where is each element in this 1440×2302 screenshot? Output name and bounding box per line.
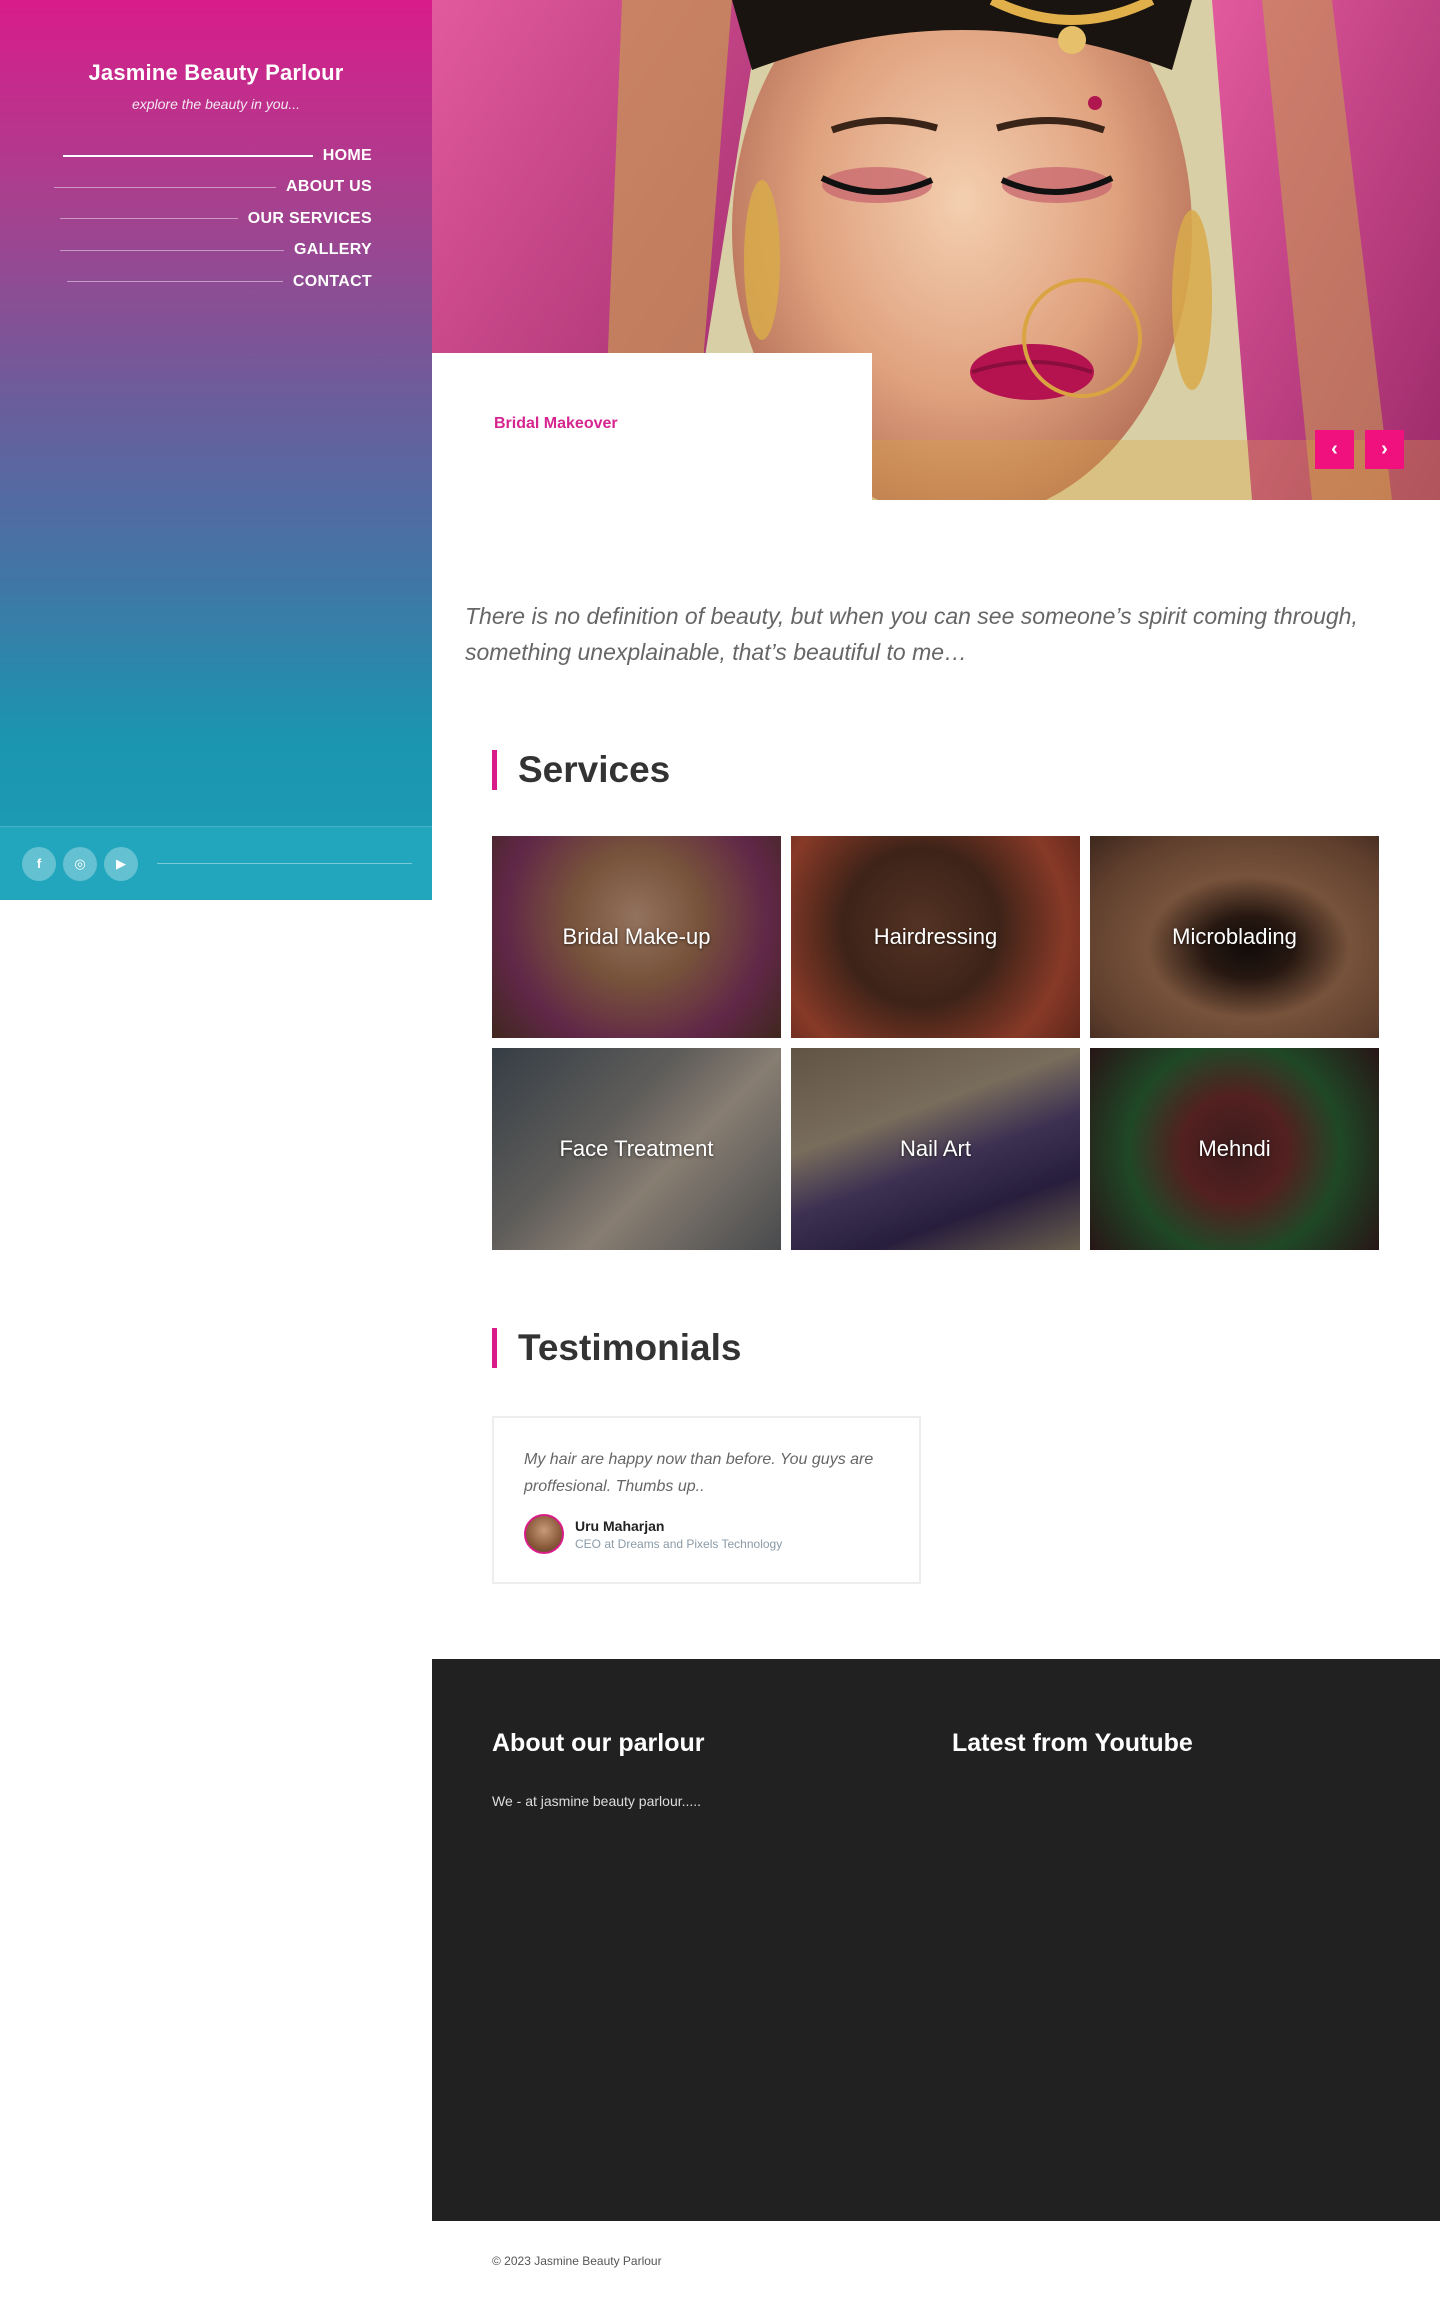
service-card-hairdressing[interactable]: Hairdressing xyxy=(791,836,1080,1038)
footer-youtube-heading: Latest from Youtube xyxy=(952,1729,1193,1757)
service-label: Mehndi xyxy=(1198,1136,1271,1161)
service-card-mehndi[interactable]: Mehndi xyxy=(1090,1048,1379,1250)
service-card-nail-art[interactable]: Nail Art xyxy=(791,1048,1080,1250)
instagram-icon[interactable]: ◎ xyxy=(63,846,97,881)
testimonial-card: My hair are happy now than before. You g… xyxy=(492,1416,921,1584)
slide-caption-box: Bridal Makeover xyxy=(432,353,872,500)
heading-accent-bar xyxy=(492,750,497,790)
site-tagline: explore the beauty in you... xyxy=(131,96,301,112)
nav-item-services[interactable]: OUR SERVICES xyxy=(59,203,372,235)
nav-item-label: ABOUT US xyxy=(286,178,372,196)
nav-divider xyxy=(54,186,277,188)
social-divider xyxy=(157,863,412,864)
footer-about-heading: About our parlour xyxy=(492,1729,705,1757)
youtube-icon[interactable]: ▶ xyxy=(104,846,138,881)
heading-accent-bar xyxy=(492,1328,497,1368)
nav-divider xyxy=(62,154,313,157)
slider-next-button[interactable]: › xyxy=(1365,430,1404,469)
services-title: Services xyxy=(518,749,671,790)
nav-divider xyxy=(59,218,238,220)
nav-item-label: OUR SERVICES xyxy=(247,209,372,227)
footer-youtube: Latest from Youtube xyxy=(952,1729,1193,1758)
service-card-microblading[interactable]: Microblading xyxy=(1090,836,1379,1038)
service-label: Nail Art xyxy=(900,1136,971,1161)
footer: About our parlour We - at jasmine beauty… xyxy=(432,1659,1440,2221)
testimonials-heading: Testimonials xyxy=(492,1327,741,1369)
brand: Jasmine Beauty Parlour explore the beaut… xyxy=(0,0,432,112)
nav-item-contact[interactable]: CONTACT xyxy=(60,266,372,298)
avatar xyxy=(524,1514,564,1554)
copyright: © 2023 Jasmine Beauty Parlour xyxy=(492,2254,662,2268)
nav-divider xyxy=(60,249,285,251)
author-name: Uru Maharjan xyxy=(575,1517,665,1534)
service-card-face-treatment[interactable]: Face Treatment xyxy=(492,1048,781,1250)
service-label: Face Treatment xyxy=(559,1136,714,1161)
service-card-bridal-makeup[interactable]: Bridal Make-up xyxy=(492,836,781,1038)
main-nav: HOME ABOUT US OUR SERVICES GALLERY CONTA… xyxy=(0,140,432,298)
nav-item-about[interactable]: ABOUT US xyxy=(54,172,372,204)
service-label: Bridal Make-up xyxy=(562,924,711,949)
sidebar: Jasmine Beauty Parlour explore the beaut… xyxy=(0,0,432,900)
footer-about-text: We - at jasmine beauty parlour..... xyxy=(492,1793,702,1809)
footer-about: About our parlour We - at jasmine beauty… xyxy=(492,1729,704,1809)
social-bar: f ◎ ▶ xyxy=(0,826,432,900)
testimonial-author: Uru Maharjan CEO at Dreams and Pixels Te… xyxy=(524,1514,889,1554)
nav-item-label: CONTACT xyxy=(292,272,372,290)
facebook-icon[interactable]: f xyxy=(22,846,56,881)
nav-divider xyxy=(66,281,283,283)
services-grid: Bridal Make-up Hairdressing Microblading… xyxy=(492,836,1380,1250)
hero-slider: Bridal Makeover ‹ › xyxy=(432,0,1440,500)
testimonials-title: Testimonials xyxy=(518,1327,742,1368)
nav-item-label: GALLERY xyxy=(294,241,372,259)
nav-item-home[interactable]: HOME xyxy=(60,140,372,172)
beauty-quote: There is no definition of beauty, but wh… xyxy=(465,603,1358,665)
testimonial-text: My hair are happy now than before. You g… xyxy=(524,1451,874,1495)
slide-caption[interactable]: Bridal Makeover xyxy=(494,415,618,433)
slider-prev-button[interactable]: ‹ xyxy=(1315,430,1354,469)
site-title[interactable]: Jasmine Beauty Parlour xyxy=(0,60,432,86)
service-label: Hairdressing xyxy=(873,924,998,949)
service-label: Microblading xyxy=(1172,924,1297,949)
nav-item-label: HOME xyxy=(322,146,372,164)
nav-item-gallery[interactable]: GALLERY xyxy=(60,235,372,267)
author-role: CEO at Dreams and Pixels Technology xyxy=(575,1536,783,1551)
services-heading: Services xyxy=(492,749,670,791)
